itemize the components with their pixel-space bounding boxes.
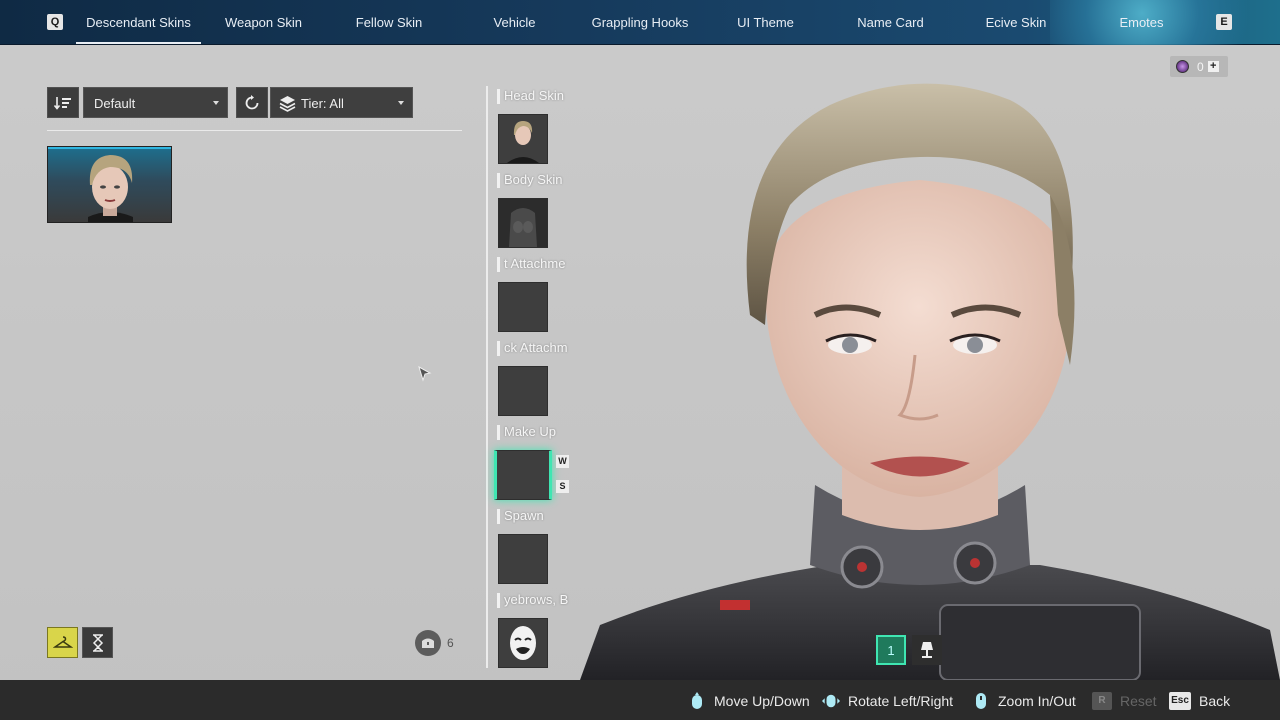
reset-label: Reset: [1120, 693, 1157, 709]
lighting-button[interactable]: [912, 635, 942, 665]
slot-label-back-attachment: ck Attachm: [497, 340, 573, 356]
slot-label-body-skin: Body Skin: [497, 172, 573, 188]
hanger-icon: [52, 635, 73, 648]
slot-make-up[interactable]: [494, 450, 552, 500]
lamp-icon: [921, 642, 933, 658]
slot-back-attachment[interactable]: [498, 366, 548, 416]
mouse-rotate-icon: [822, 692, 840, 710]
reset-filter-button[interactable]: [236, 87, 268, 118]
top-nav-bar: Q Descendant Skins Weapon Skin Fellow Sk…: [0, 0, 1280, 45]
preset-number: 1: [887, 642, 895, 658]
tab-ui-theme[interactable]: UI Theme: [703, 0, 828, 45]
sort-order-button[interactable]: [47, 87, 79, 118]
sort-icon: [54, 96, 71, 110]
tab-weapon-skin[interactable]: Weapon Skin: [201, 0, 326, 45]
slot-head-skin[interactable]: [498, 114, 548, 164]
hint-move-label: Move Up/Down: [714, 693, 810, 709]
skin-card-selected[interactable]: [47, 146, 172, 223]
slot-label-spawn: Spawn: [497, 508, 573, 524]
inventory-count-value: 6: [447, 635, 454, 650]
reset-button[interactable]: R Reset: [1092, 692, 1157, 710]
slot-front-attachment[interactable]: [498, 282, 548, 332]
hint-move: Move Up/Down: [688, 692, 810, 710]
currency-gem-icon: [1176, 60, 1189, 73]
preset-1-button[interactable]: 1: [876, 635, 906, 665]
filter-divider: [47, 130, 462, 131]
head-skin-thumbnail: [507, 121, 539, 163]
slot-eyebrows[interactable]: [498, 618, 548, 668]
mouse-move-icon: [688, 692, 706, 710]
back-button[interactable]: Esc Back: [1169, 692, 1230, 710]
back-label: Back: [1199, 693, 1231, 709]
nav-next-key[interactable]: E: [1216, 14, 1232, 30]
slot-label-make-up: Make Up: [497, 424, 573, 440]
face-silhouette-icon: [510, 626, 536, 660]
mouse-wheel-icon: [972, 692, 990, 710]
equipped-filter-button[interactable]: [47, 627, 78, 658]
tab-vehicle[interactable]: Vehicle: [452, 0, 577, 45]
slot-label-front-attachment: t Attachme: [497, 256, 573, 272]
tab-descendant-skins[interactable]: Descendant Skins: [76, 0, 201, 45]
refresh-icon: [245, 94, 259, 109]
inventory-count: 6: [415, 629, 454, 656]
slot-body-skin[interactable]: [498, 198, 548, 248]
hint-zoom: Zoom In/Out: [972, 692, 1076, 710]
mouse-cursor-icon: [418, 366, 432, 382]
tab-name-card[interactable]: Name Card: [828, 0, 953, 45]
hint-zoom-label: Zoom In/Out: [998, 693, 1076, 709]
tab-ecive-skin[interactable]: Ecive Skin: [953, 0, 1079, 45]
tab-emotes[interactable]: Emotes: [1079, 0, 1204, 45]
chest-icon: [415, 629, 441, 656]
bottom-hint-bar: [0, 680, 1280, 720]
hint-rotate-label: Rotate Left/Right: [848, 693, 954, 709]
tab-grappling-hooks[interactable]: Grappling Hooks: [577, 0, 703, 45]
tier-dropdown-value: Tier: All: [301, 96, 344, 111]
nav-prev-key[interactable]: Q: [47, 14, 63, 30]
slot-label-eyebrows: yebrows, B: [497, 592, 573, 608]
slot-label-head-skin: Head Skin: [497, 88, 573, 104]
makeup-up-key[interactable]: W: [556, 455, 569, 468]
tier-dropdown[interactable]: Tier: All: [270, 87, 413, 118]
chevron-down-icon: [213, 101, 219, 105]
body-skin-thumbnail: [499, 199, 547, 247]
esc-key: Esc: [1169, 692, 1191, 710]
chevron-down-icon: [398, 101, 404, 105]
makeup-down-key[interactable]: S: [556, 480, 569, 493]
character-preview[interactable]: [580, 45, 1280, 680]
currency-widget[interactable]: 0 +: [1170, 56, 1228, 77]
tab-fellow-skin[interactable]: Fellow Skin: [326, 0, 452, 45]
sort-dropdown-value: Default: [94, 96, 136, 111]
hourglass-icon: [92, 633, 103, 652]
layers-icon: [279, 96, 296, 112]
reset-key: R: [1092, 692, 1112, 710]
currency-value: 0: [1197, 59, 1204, 74]
slot-column-divider: [486, 86, 488, 668]
currency-add-button[interactable]: +: [1207, 61, 1219, 72]
sort-dropdown[interactable]: Default: [83, 87, 228, 118]
timed-filter-button[interactable]: [82, 627, 113, 658]
skin-thumbnail-portrait: [88, 155, 133, 222]
hint-rotate: Rotate Left/Right: [822, 692, 953, 710]
slot-spawn[interactable]: [498, 534, 548, 584]
